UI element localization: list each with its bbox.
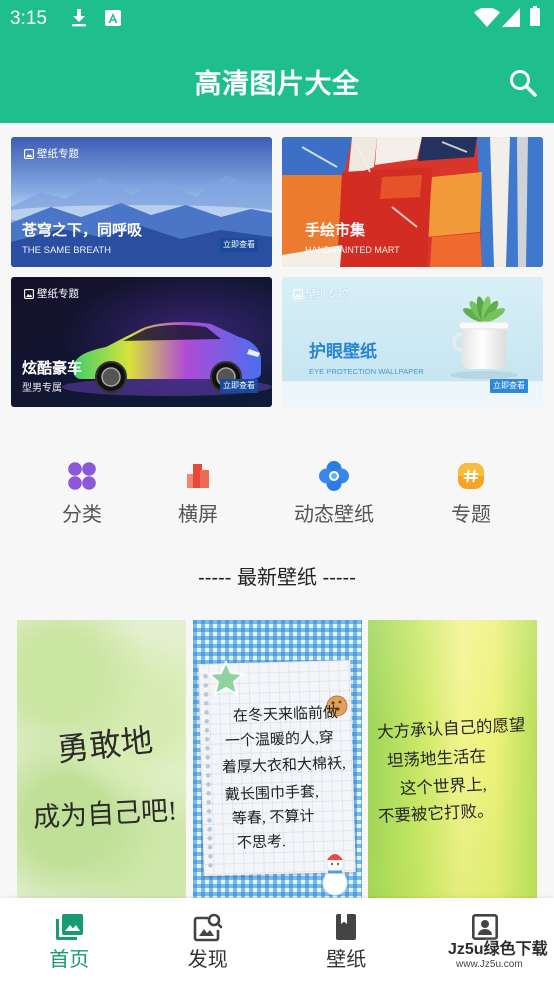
live-wallpaper-icon xyxy=(319,461,349,491)
page-title: 高清图片大全 xyxy=(194,69,360,99)
category-classify[interactable]: 分类 xyxy=(27,460,137,529)
nav-item-discover[interactable]: 发现 xyxy=(139,898,278,984)
image-search-icon xyxy=(193,913,222,942)
banner-the-same-breath[interactable]: 壁纸专题 苍穹之下，同呼吸 THE SAME BREATH 立即查看 xyxy=(11,137,272,267)
banner-title: 炫酷豪车 xyxy=(22,360,83,377)
category-grid-icon xyxy=(68,462,96,490)
snowman-icon xyxy=(322,854,348,896)
banner-hand-painted-mart[interactable]: 手绘市集 HAND-PAINTED MART xyxy=(282,137,543,267)
wallpaper-text-line: 这个世界上, xyxy=(399,774,488,799)
wifi-icon xyxy=(474,8,500,27)
banner-eye-protection[interactable]: 壁纸专题 护眼壁纸 EYE PROTECTION WALLPAPER 立即查看 xyxy=(282,277,543,407)
banner-tag-label: 壁纸专题 xyxy=(306,288,348,300)
watermark: Jz5u绿色下载 www.Jz5u.com xyxy=(448,941,548,971)
banner-subtitle: HAND-PAINTED MART xyxy=(305,245,400,255)
bookmark-icon xyxy=(336,914,356,940)
nav-label: 发现 xyxy=(187,949,228,971)
banner-tag-label: 壁纸专题 xyxy=(37,148,79,160)
wallpaper-text-line: 成为自己吧! xyxy=(32,795,178,833)
image-icon xyxy=(24,149,34,159)
section-title-latest: ----- 最新壁纸 ----- xyxy=(198,567,356,589)
download-icon xyxy=(72,9,86,27)
nav-label: 首页 xyxy=(49,949,90,971)
star-icon xyxy=(207,660,245,696)
category-label: 动态壁纸 xyxy=(294,504,374,526)
watermark-brand: Jz5u绿色下载 xyxy=(448,941,548,958)
watermark-url: www.Jz5u.com xyxy=(456,959,523,970)
wallpaper-card[interactable]: 大方承认自己的愿望 坦荡地生活在 这个世界上, 不要被它打败。 xyxy=(368,620,537,898)
photo-library-icon xyxy=(56,914,83,940)
wallpaper-text-line: 坦荡地生活在 xyxy=(386,746,487,771)
view-now-button[interactable]: 立即查看 xyxy=(220,238,258,252)
banner-subtitle: EYE PROTECTION WALLPAPER xyxy=(309,367,424,376)
account-box-icon xyxy=(471,914,498,940)
banner-subtitle: THE SAME BREATH xyxy=(22,245,112,256)
view-now-button[interactable]: 立即查看 xyxy=(220,379,258,393)
category-label: 专题 xyxy=(451,504,491,526)
nav-item-wallpaper[interactable]: 壁纸 xyxy=(277,898,416,984)
banner-title: 护眼壁纸 xyxy=(309,342,377,361)
wallpaper-text-line: 大方承认自己的愿望 xyxy=(376,715,526,742)
category-landscape[interactable]: 横屏 xyxy=(143,460,253,529)
wallpaper-text-line: 勇敢地 xyxy=(55,722,155,768)
battery-icon xyxy=(530,6,540,26)
font-a-icon xyxy=(105,10,121,26)
view-now-button[interactable]: 立即查看 xyxy=(490,379,528,393)
banner-tag: 壁纸专题 xyxy=(24,288,79,300)
nav-label: 壁纸 xyxy=(326,949,367,971)
search-icon[interactable] xyxy=(508,68,538,98)
banner-title: 手绘市集 xyxy=(305,222,366,239)
banner-cool-cars[interactable]: 壁纸专题 炫酷豪车 型男专属 立即查看 xyxy=(11,277,272,407)
category-topics[interactable]: 专题 xyxy=(416,460,526,529)
wallpaper-card[interactable]: 在冬天来临前做 一个温暖的人,穿 着厚大衣和大棉袄, 戴长围巾手套, 等春, 不… xyxy=(193,620,362,898)
banner-tag-label: 壁纸专题 xyxy=(37,288,79,300)
banner-tag: 壁纸专题 xyxy=(24,148,79,160)
app-header: 3:15 高清图片大全 xyxy=(0,0,554,123)
category-live-wallpaper[interactable]: 动态壁纸 xyxy=(279,460,389,529)
banner-tag: 壁纸专题 xyxy=(293,288,348,300)
category-label: 横屏 xyxy=(178,504,218,526)
banner-title: 苍穹之下，同呼吸 xyxy=(22,222,143,239)
nav-item-home[interactable]: 首页 xyxy=(0,898,139,984)
wallpaper-text-line: 不思考. xyxy=(236,834,287,852)
wallpaper-text-line: 不要被它打败。 xyxy=(377,800,494,827)
wallpaper-text-line: 等春, 不算计 xyxy=(231,808,315,828)
signal-icon xyxy=(502,8,520,27)
wallpaper-card[interactable]: 勇敢地 成为自己吧! xyxy=(17,620,186,898)
topic-hashtag-icon xyxy=(458,463,484,489)
status-time: 3:15 xyxy=(10,8,47,29)
category-label: 分类 xyxy=(62,504,102,526)
banner-subtitle: 型男专属 xyxy=(22,383,62,394)
image-icon xyxy=(24,289,34,299)
landscape-chart-icon xyxy=(187,464,209,488)
image-icon xyxy=(293,289,303,299)
